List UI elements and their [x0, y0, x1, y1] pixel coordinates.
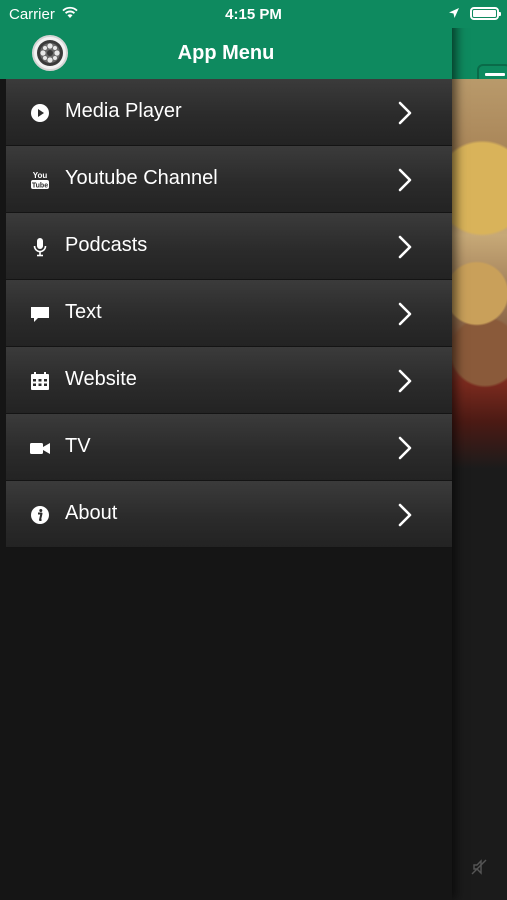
chevron-right-icon — [398, 503, 412, 527]
menu-list: Media Player You Tube Youtube Channel Po… — [6, 79, 452, 548]
chevron-right-icon — [398, 302, 412, 326]
battery-icon — [470, 7, 501, 20]
menu-item-label: Podcasts — [65, 234, 148, 256]
clock: 4:15 PM — [225, 6, 282, 23]
content-header — [452, 28, 507, 96]
menu-item-label: Media Player — [65, 100, 182, 122]
chevron-right-icon — [398, 436, 412, 460]
play-circle-icon — [31, 104, 49, 122]
youtube-icon: You Tube — [31, 171, 49, 190]
main-content — [452, 0, 507, 900]
status-bar: Carrier 4:15 PM — [0, 0, 507, 28]
menu-item-label: Youtube Channel — [65, 167, 218, 189]
menu-item-media-player[interactable]: Media Player — [6, 79, 452, 146]
menu-item-about[interactable]: About — [6, 481, 452, 548]
menu-item-text[interactable]: Text — [6, 280, 452, 347]
chat-bubble-icon — [31, 307, 49, 322]
menu-item-label: About — [65, 502, 118, 524]
drawer-header: App Menu — [0, 28, 452, 79]
hero-painting-image — [452, 79, 507, 469]
microphone-icon — [33, 238, 47, 257]
svg-text:You: You — [33, 171, 48, 180]
menu-item-website[interactable]: Website — [6, 347, 452, 414]
chevron-right-icon — [398, 235, 412, 259]
video-camera-icon — [30, 443, 50, 454]
drawer-title: App Menu — [177, 42, 275, 64]
chevron-right-icon — [398, 369, 412, 393]
menu-item-youtube-channel[interactable]: You Tube Youtube Channel — [6, 146, 452, 213]
menu-item-label: Website — [65, 368, 137, 390]
menu-item-label: TV — [65, 435, 91, 457]
info-icon — [31, 506, 49, 524]
location-arrow-icon — [449, 8, 459, 18]
calendar-icon — [31, 372, 49, 390]
navigation-drawer: App Menu Media Player You Tube Youtube C… — [0, 0, 452, 900]
chevron-right-icon — [398, 101, 412, 125]
menu-item-podcasts[interactable]: Podcasts — [6, 213, 452, 280]
mute-icon[interactable] — [470, 858, 488, 876]
svg-text:Tube: Tube — [32, 183, 48, 190]
chevron-right-icon — [398, 168, 412, 192]
menu-item-label: Text — [65, 301, 102, 323]
menu-item-tv[interactable]: TV — [6, 414, 452, 481]
